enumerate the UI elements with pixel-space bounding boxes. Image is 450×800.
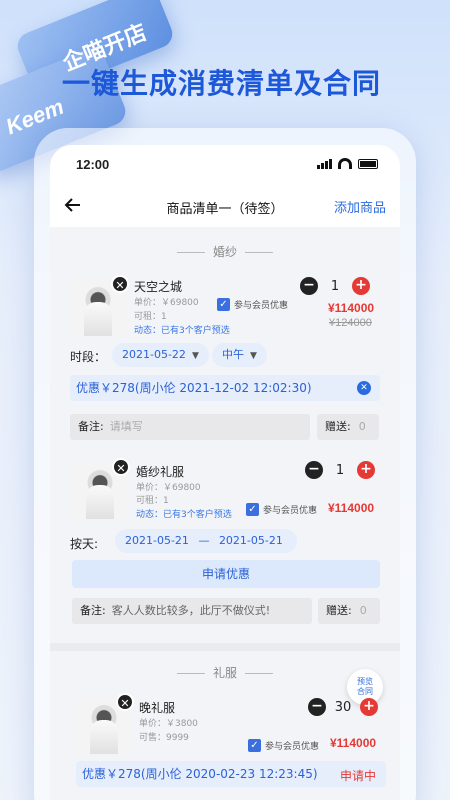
checkmark-icon: ✓: [246, 503, 259, 516]
remove-item-icon[interactable]: ✕: [112, 458, 130, 476]
apply-discount-button[interactable]: 申请优惠: [72, 560, 380, 588]
period-label: 按天:: [70, 537, 99, 551]
quantity-stepper: − 30 +: [308, 698, 378, 716]
product-name: 晚礼服: [139, 701, 176, 715]
section-header: 婚纱: [50, 243, 400, 260]
unit-price: 单价：￥69800: [136, 483, 201, 493]
rentable-count: 可租：1: [134, 312, 167, 322]
date-range-select[interactable]: 2021-05-21 — 2021-05-21: [115, 529, 297, 553]
item-price: ¥114000: [328, 301, 375, 315]
discount-banner: 优惠￥278(周小伦 2021-12-02 12:02:30): [70, 375, 380, 401]
increase-quantity-button[interactable]: +: [360, 698, 378, 716]
item-price: ¥114000: [330, 736, 377, 750]
quantity-stepper: − 1 +: [300, 277, 370, 295]
increase-quantity-button[interactable]: +: [357, 461, 375, 479]
chevron-down-icon: ▼: [191, 351, 199, 361]
decrease-quantity-button[interactable]: −: [308, 698, 326, 716]
quantity-stepper: − 1 +: [305, 461, 375, 479]
member-discount-checkbox[interactable]: ✓ 参与会员优惠: [246, 503, 317, 516]
quantity-value[interactable]: 30: [326, 700, 360, 715]
item-price: ¥114000: [328, 501, 375, 515]
member-discount-checkbox[interactable]: ✓ 参与会员优惠: [248, 739, 319, 752]
gift-field[interactable]: 赠送: 0: [318, 598, 380, 624]
quantity-value[interactable]: 1: [323, 463, 357, 478]
section-divider: [50, 643, 400, 651]
close-icon[interactable]: ✕: [357, 381, 371, 395]
signal-icon: [317, 159, 332, 169]
activity-text: 动态：已有3个客户预选: [134, 326, 230, 336]
rentable-count: 可租：1: [136, 496, 169, 506]
stock-count: 可售：9999: [139, 733, 189, 743]
phone-screen: 12:00 商品清单一（待签） 添加商品 婚纱 ✕ 天空之城 单价：￥69800…: [50, 145, 400, 800]
product-name: 天空之城: [134, 280, 183, 294]
increase-quantity-button[interactable]: +: [352, 277, 370, 295]
date-select[interactable]: 2021-05-22 ▼: [112, 343, 209, 367]
decrease-quantity-button[interactable]: −: [305, 461, 323, 479]
time-slot-select[interactable]: 中午 ▼: [212, 343, 267, 367]
wifi-icon: [338, 158, 352, 169]
chevron-down-icon: ▼: [250, 351, 257, 361]
promo-headline: 一键生成消费清单及合同: [62, 67, 382, 100]
period-label: 时段：: [70, 350, 107, 364]
add-product-button[interactable]: 添加商品: [334, 197, 386, 216]
status-time: 12:00: [76, 157, 110, 172]
battery-icon: [358, 159, 378, 169]
section-title: 礼服: [212, 666, 237, 680]
decrease-quantity-button[interactable]: −: [300, 277, 318, 295]
checkmark-icon: ✓: [248, 739, 261, 752]
member-discount-checkbox[interactable]: ✓ 参与会员优惠: [217, 298, 288, 311]
remove-item-icon[interactable]: ✕: [111, 275, 129, 293]
unit-price: 单价：￥3800: [139, 719, 198, 729]
application-status: 申请中: [340, 769, 377, 783]
nav-bar: 商品清单一（待签） 添加商品: [50, 185, 400, 227]
activity-text: 动态：已有3个客户预选: [136, 510, 232, 520]
remove-item-icon[interactable]: ✕: [116, 693, 134, 711]
status-bar: 12:00: [50, 145, 400, 185]
checkmark-icon: ✓: [217, 298, 230, 311]
product-name: 婚纱礼服: [136, 465, 185, 479]
gift-field[interactable]: 赠送: 0: [317, 414, 379, 440]
note-field[interactable]: 备注: 客人人数比较多，此厅不做仪式!: [72, 598, 312, 624]
quantity-value[interactable]: 1: [318, 279, 352, 294]
unit-price: 单价：￥69800: [134, 298, 199, 308]
status-icons: [317, 158, 378, 169]
original-price: ¥124000: [329, 317, 372, 329]
note-field[interactable]: 备注: 请填写: [70, 414, 310, 440]
section-title: 婚纱: [212, 245, 237, 259]
